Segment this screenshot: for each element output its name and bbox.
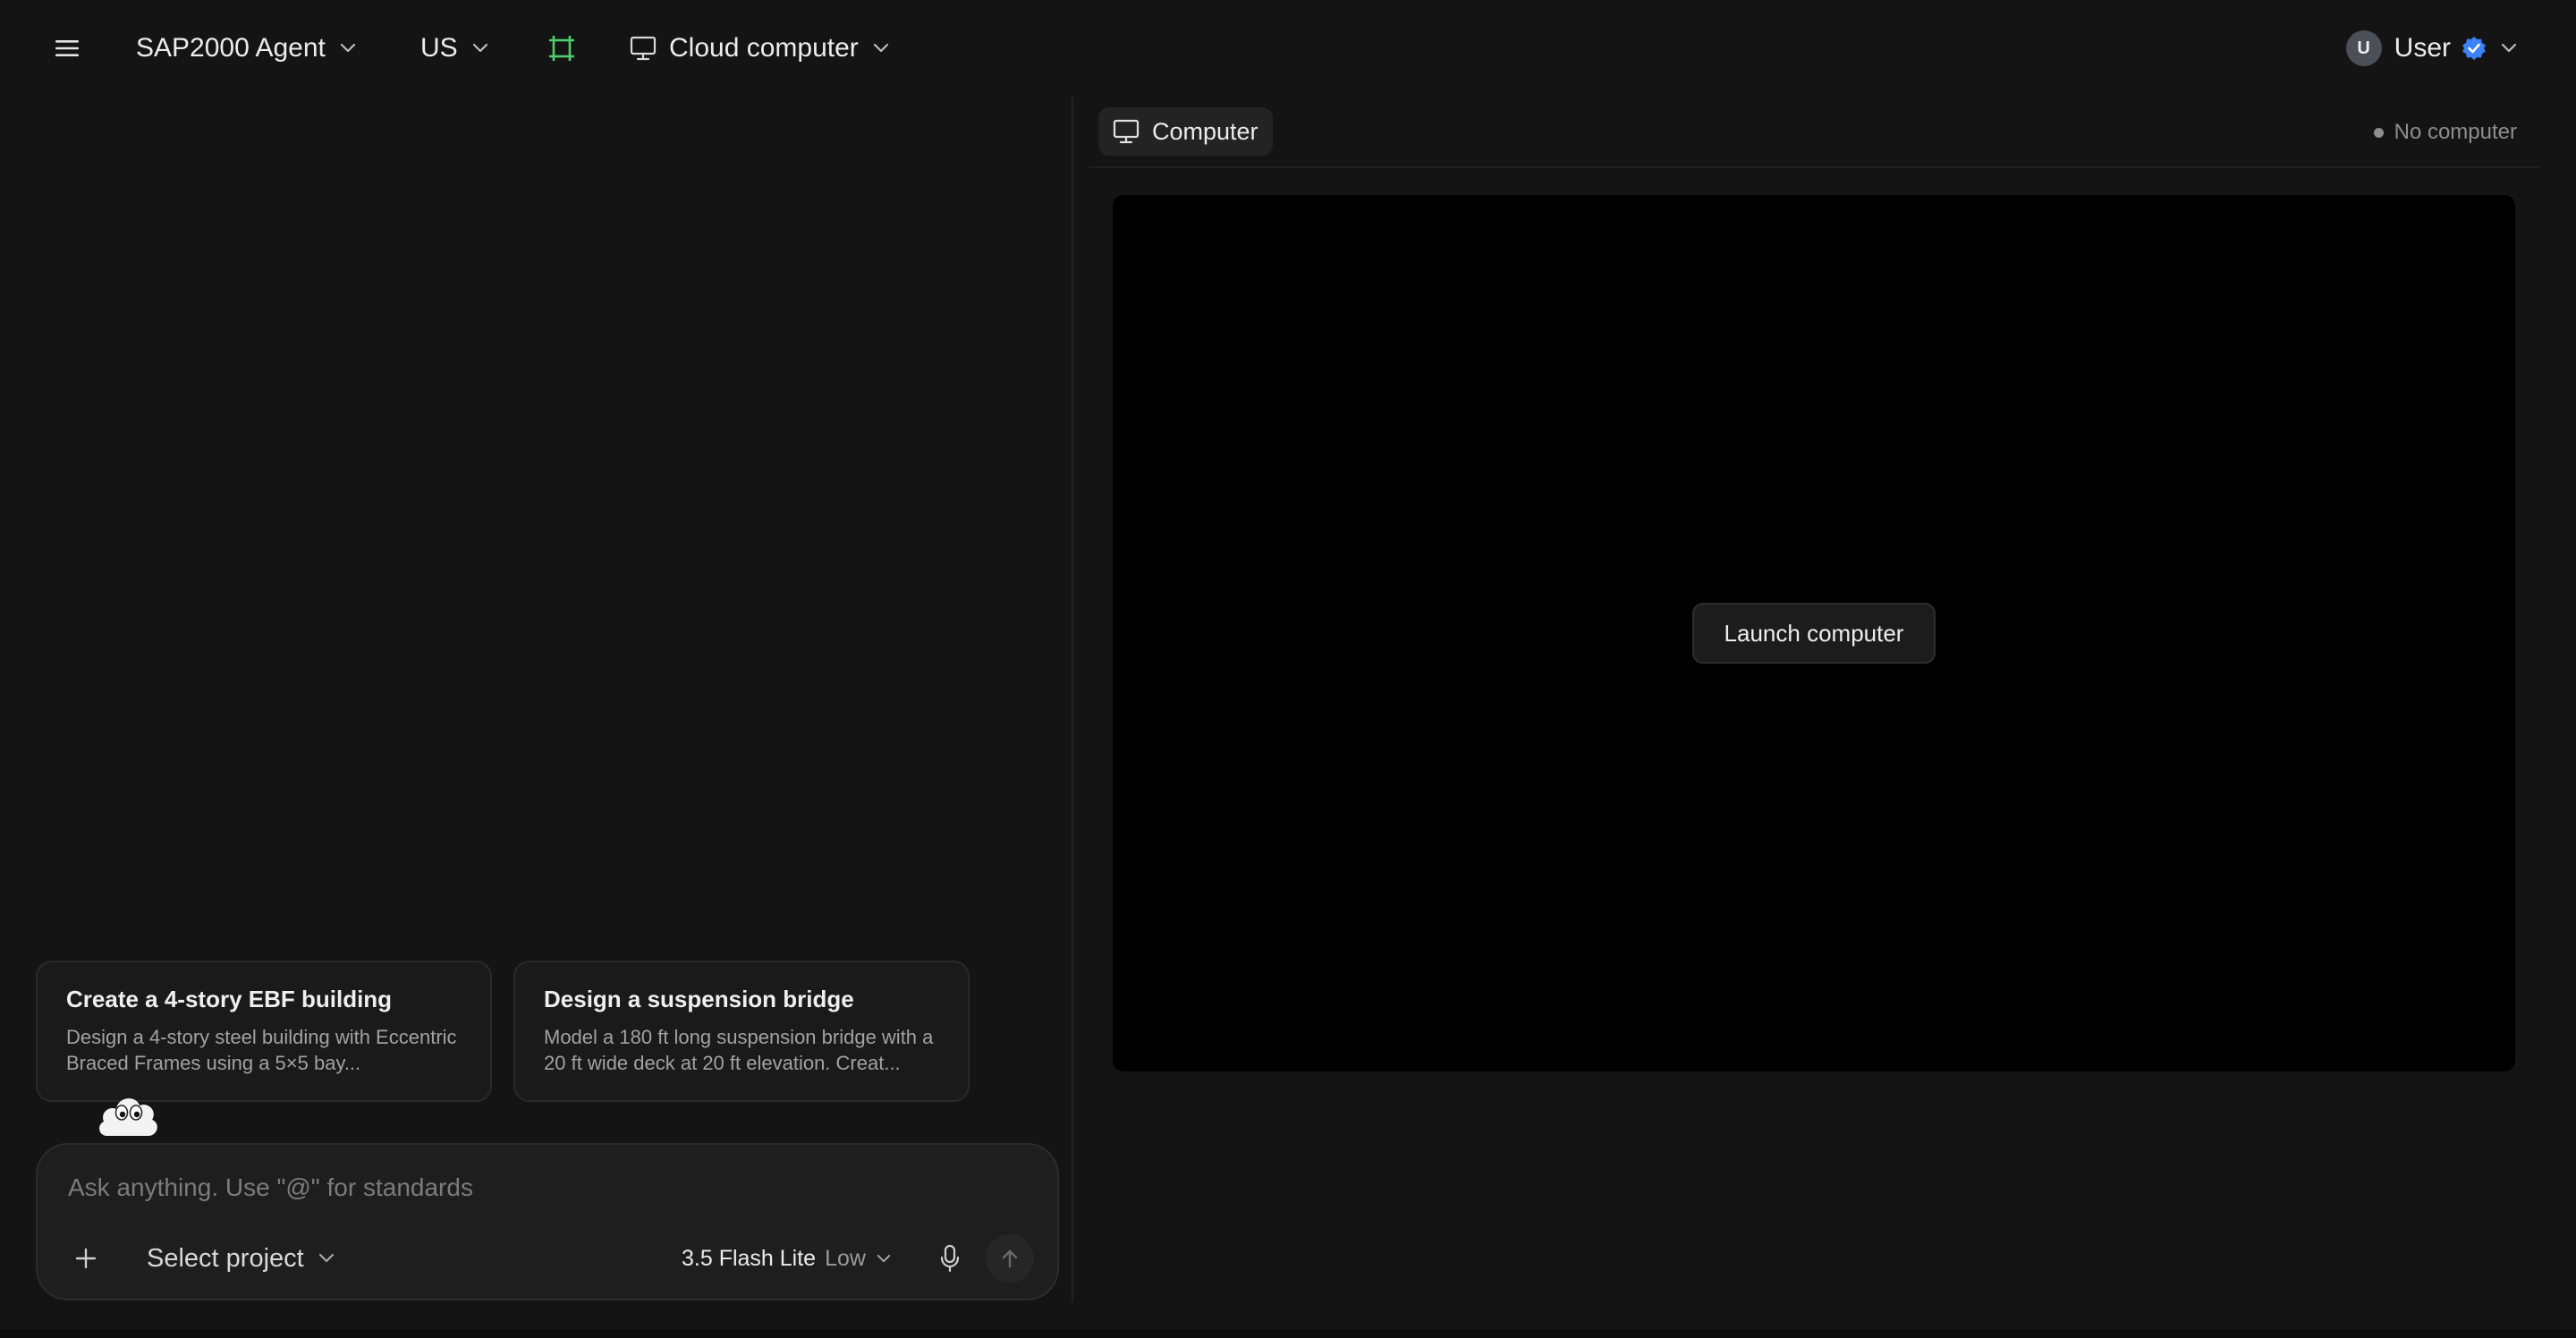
verified-badge-icon [2462, 37, 2486, 60]
app-window: SAP2000 Agent US Cloud computer U User C… [0, 0, 2576, 1338]
suggestion-description: Model a 180 ft long suspension bridge wi… [544, 1026, 934, 1074]
tab-label: Computer [1152, 117, 1258, 145]
add-attachment-button[interactable] [68, 1236, 104, 1281]
chevron-down-icon [318, 1253, 334, 1263]
user-menu[interactable]: U User [2345, 25, 2517, 72]
suggestion-card-ebf[interactable]: Create a 4-story EBF building Design a 4… [36, 961, 492, 1102]
tab-computer[interactable]: Computer [1098, 107, 1273, 156]
chevron-down-icon [340, 43, 355, 53]
cloud-mascot-icon [99, 1098, 157, 1136]
chevron-down-icon [877, 1254, 891, 1262]
agent-selector[interactable]: SAP2000 Agent [136, 25, 356, 72]
region-label: US [420, 33, 458, 63]
arrow-up-icon [1002, 1249, 1018, 1268]
user-name: User [2394, 33, 2451, 63]
chat-composer: Select project 3.5 Flash Lite Low [36, 1143, 1059, 1300]
project-label: Select project [147, 1243, 304, 1273]
chevron-down-icon [2501, 43, 2517, 53]
suggestion-card-bridge[interactable]: Design a suspension bridge Model a 180 f… [513, 961, 970, 1102]
computer-screen[interactable]: Launch computer [1113, 195, 2515, 1071]
project-selector[interactable]: Select project [147, 1236, 335, 1281]
voice-input-button[interactable] [932, 1236, 968, 1281]
status-text: No computer [2394, 120, 2517, 144]
computer-selector[interactable]: Cloud computer [630, 25, 889, 72]
model-level: Low [825, 1245, 866, 1271]
status-dot [2373, 127, 2384, 138]
model-selector[interactable]: 3.5 Flash Lite Low [682, 1236, 891, 1281]
frame-icon [549, 36, 574, 61]
window-bottom-edge [0, 1329, 2576, 1338]
send-button[interactable] [986, 1234, 1034, 1283]
monitor-icon [1113, 119, 1140, 144]
plus-icon [75, 1248, 97, 1269]
chevron-down-icon [873, 43, 888, 53]
computer-label: Cloud computer [669, 33, 859, 63]
menu-button[interactable] [48, 25, 86, 72]
launch-computer-button[interactable]: Launch computer [1692, 603, 1936, 664]
computer-status: No computer [2373, 114, 2517, 150]
region-selector[interactable]: US [420, 25, 488, 72]
suggestion-title: Create a 4-story EBF building [66, 986, 393, 1012]
monitor-icon [630, 36, 657, 61]
suggestion-description: Design a 4-story steel building with Ecc… [66, 1026, 457, 1074]
chevron-down-icon [472, 43, 487, 53]
tab-divider [1089, 166, 2540, 168]
model-name: 3.5 Flash Lite [682, 1245, 817, 1271]
prompt-input[interactable] [66, 1163, 1014, 1213]
frame-view-button[interactable] [544, 25, 580, 72]
microphone-icon [940, 1244, 960, 1273]
hamburger-icon [55, 40, 79, 56]
avatar: U [2345, 30, 2382, 66]
agent-label: SAP2000 Agent [136, 33, 326, 63]
panel-divider[interactable] [1072, 97, 1073, 1302]
suggestion-title: Design a suspension bridge [544, 986, 854, 1012]
top-header: SAP2000 Agent US Cloud computer U User [0, 0, 2576, 97]
